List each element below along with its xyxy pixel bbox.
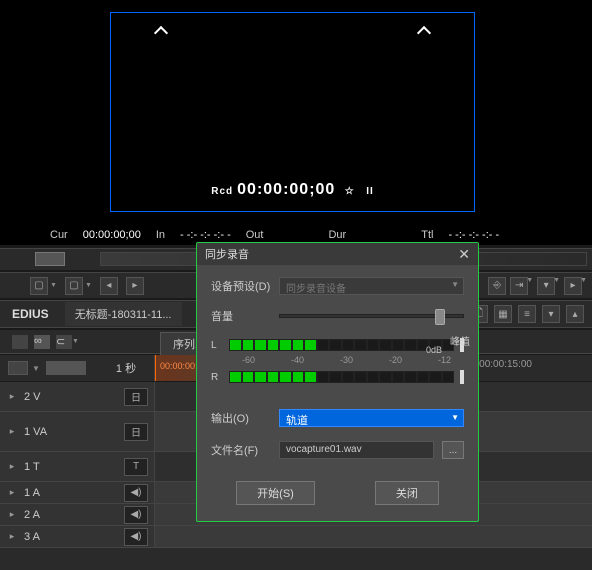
expand-icon[interactable]: ▸ [6,391,18,403]
ttl-value: - -:- -:- -:- - [448,229,499,241]
tool-button[interactable]: ▢ [65,277,83,295]
tool-button[interactable]: ◂ [100,277,118,295]
track-type-icon[interactable]: T [124,458,148,476]
preview-frame: Rcd00:00:00;00 ☆ II [110,12,475,212]
volume-label: 音量 [211,308,271,324]
device-dropdown[interactable]: 同步录音设备 [279,277,464,295]
time-unit: 1 秒 [116,360,136,376]
in-value: - -:- -:- -:- - [180,229,231,241]
meter-l-label: L [211,340,223,351]
expand-icon[interactable]: ▸ [6,531,18,543]
record-timecode: Rcd00:00:00;00 ☆ II [111,181,474,199]
track-tool-icon[interactable]: ∞ [34,335,50,349]
expand-icon[interactable]: ▸ [6,426,18,438]
track-row[interactable]: ▸ 3 A ◀) [0,526,592,548]
speaker-icon[interactable]: ◀) [124,528,148,546]
db-label: 0dB [426,345,442,355]
track-type-icon[interactable]: 日 [124,388,148,406]
time-mark: |00:00:15:00 [477,359,532,370]
track-name: 1 T [24,461,124,473]
track-toolbar: ∞ ⊂ ▼ [0,330,155,354]
volume-slider[interactable] [279,314,464,318]
ttl-label: Ttl [421,229,433,241]
track-type-icon[interactable]: 日 [124,423,148,441]
track-tool-icon[interactable] [12,335,28,349]
app-brand: EDIUS [0,303,61,325]
meter-r [229,371,454,383]
speaker-icon[interactable]: ◀) [124,506,148,524]
dialog-titlebar[interactable]: 同步录音 ✕ [197,243,478,265]
zoom-slider[interactable] [46,361,86,375]
tool-button[interactable]: ▢ [30,277,48,295]
out-label: Out [246,229,264,241]
project-title[interactable]: 无标题-180311-11... [65,302,182,326]
tool-icon[interactable]: ▦ [494,305,512,323]
zoom-out-icon[interactable] [8,361,28,375]
tool-icon[interactable]: ▴ [566,305,584,323]
track-name: 3 A [24,531,124,543]
expand-icon[interactable]: ▸ [6,461,18,473]
sync-record-dialog: 同步录音 ✕ 设备预设(D) 同步录音设备 音量 L -60 [196,242,479,522]
meter-scale: -60 -40 -30 -20 -12 [211,355,464,365]
track-tool-icon[interactable]: ⊂ [56,335,72,349]
speaker-icon[interactable]: ◀) [124,484,148,502]
meter-r-label: R [211,372,223,383]
cur-value: 00:00:00;00 [83,229,141,241]
browse-button[interactable]: ... [442,441,464,459]
ruler-handle[interactable] [35,252,65,266]
filename-input[interactable]: vocapture01.wav [279,441,434,459]
track-name: 1 VA [24,426,124,438]
close-icon[interactable]: ✕ [458,246,470,263]
peak-label: 峰值 [450,333,470,348]
meter-peak-indicator [460,370,464,384]
tool-button[interactable]: ⎆ [488,277,506,295]
filename-label: 文件名(F) [211,442,271,458]
dur-label: Dur [328,229,346,241]
tool-button[interactable]: ▸ [126,277,144,295]
dialog-title: 同步录音 [205,246,249,262]
slider-thumb[interactable] [435,309,445,325]
safe-area-corner [154,26,168,40]
track-name: 2 V [24,391,124,403]
track-name: 2 A [24,509,124,521]
track-name: 1 A [24,487,124,499]
meter-l [229,339,454,351]
output-dropdown[interactable]: 轨道 [279,409,464,427]
device-label: 设备预设(D) [211,278,271,294]
safe-area-corner [417,26,431,40]
close-button[interactable]: 关闭 [375,481,439,505]
expand-icon[interactable]: ▸ [6,509,18,521]
preview-monitor: Rcd00:00:00;00 ☆ II [0,0,592,245]
tool-icon[interactable]: ▾ [542,305,560,323]
cur-label: Cur [50,229,68,241]
tool-icon[interactable]: ≡ [518,305,536,323]
output-label: 输出(O) [211,410,271,426]
expand-icon[interactable]: ▸ [6,487,18,499]
start-button[interactable]: 开始(S) [236,481,315,505]
in-label: In [156,229,165,241]
